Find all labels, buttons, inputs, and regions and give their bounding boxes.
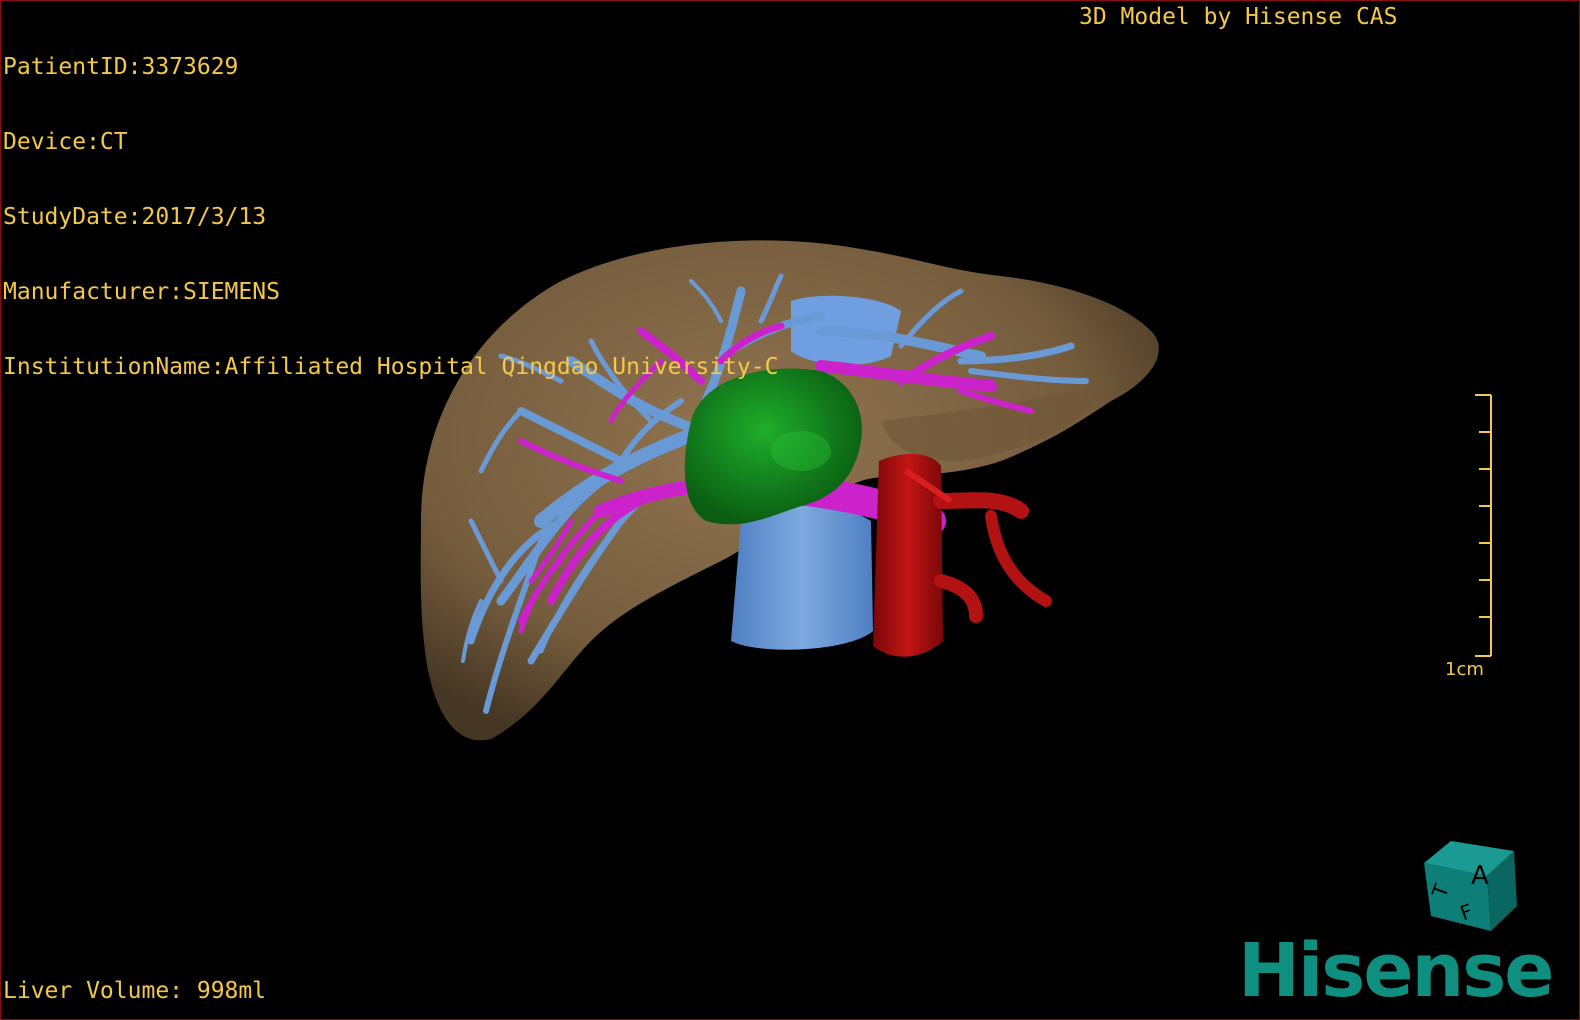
- study-date-text: StudyDate:2017/3/13: [3, 204, 267, 230]
- app-title: 3D Model by Hisense CAS: [1079, 4, 1398, 30]
- cube-label-a: A: [1471, 861, 1489, 891]
- hisense-logo: Hisense: [1238, 928, 1554, 1014]
- institution-text: InstitutionName:Affiliated Hospital Qing…: [3, 354, 779, 380]
- manufacturer-text: Manufacturer:SIEMENS: [3, 279, 280, 305]
- liver-volume-text: Liver Volume: 998ml: [3, 978, 267, 1004]
- patient-id-text: PatientID:3373629: [3, 54, 239, 80]
- scale-bar-label: 1cm: [1445, 659, 1484, 680]
- 3d-viewport[interactable]: A F T PatientID:3373629 Device:CT StudyD…: [0, 0, 1580, 1020]
- scale-bar: [1475, 394, 1492, 657]
- device-text: Device:CT: [3, 129, 128, 155]
- hepatic-artery: [873, 454, 1052, 657]
- orientation-cube[interactable]: A F T: [1424, 841, 1517, 931]
- inferior-vena-cava: [731, 506, 873, 650]
- dicom-info-block: PatientID:3373629 Device:CT StudyDate:20…: [3, 5, 778, 430]
